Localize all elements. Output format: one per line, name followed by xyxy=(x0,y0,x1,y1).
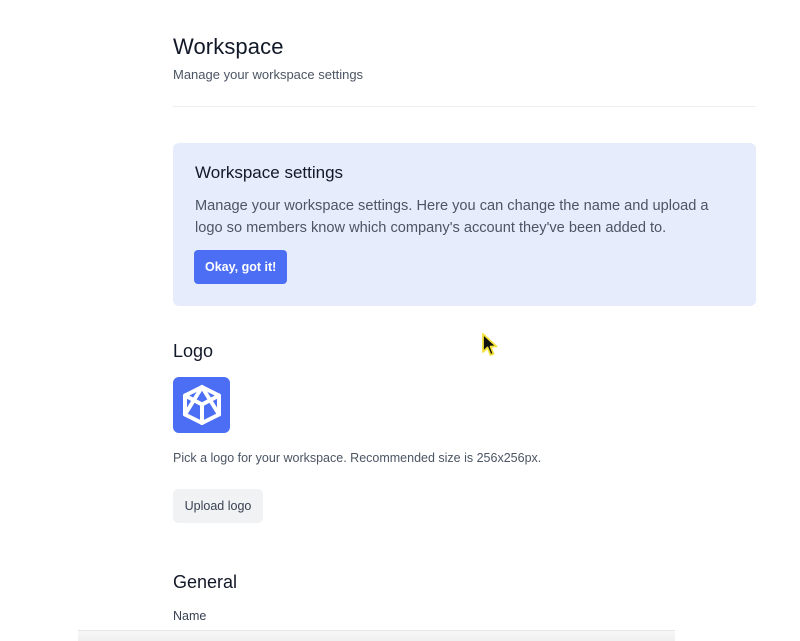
page-subtitle: Manage your workspace settings xyxy=(173,67,364,82)
mouse-pointer-icon xyxy=(482,333,498,356)
general-section-title: General xyxy=(173,572,238,592)
logo-help-text: Pick a logo for your workspace. Recommen… xyxy=(173,451,542,465)
logo-section-title: Logo xyxy=(173,341,214,361)
workspace-settings-page: Workspace Manage your workspace settings… xyxy=(0,0,800,641)
cube-icon xyxy=(182,385,221,425)
workspace-logo xyxy=(173,377,230,433)
dismiss-banner-button[interactable]: Okay, got it! xyxy=(194,250,288,284)
banner-title: Workspace settings xyxy=(195,163,344,182)
name-field-label: Name xyxy=(173,609,207,623)
banner-text: Manage your workspace settings. Here you… xyxy=(195,198,709,236)
upload-logo-button[interactable]: Upload logo xyxy=(173,489,263,523)
info-banner: Workspace settings Manage your workspace… xyxy=(173,143,756,306)
header-divider xyxy=(173,106,756,107)
page-title: Workspace xyxy=(173,34,284,59)
name-input-edge[interactable] xyxy=(78,630,675,641)
